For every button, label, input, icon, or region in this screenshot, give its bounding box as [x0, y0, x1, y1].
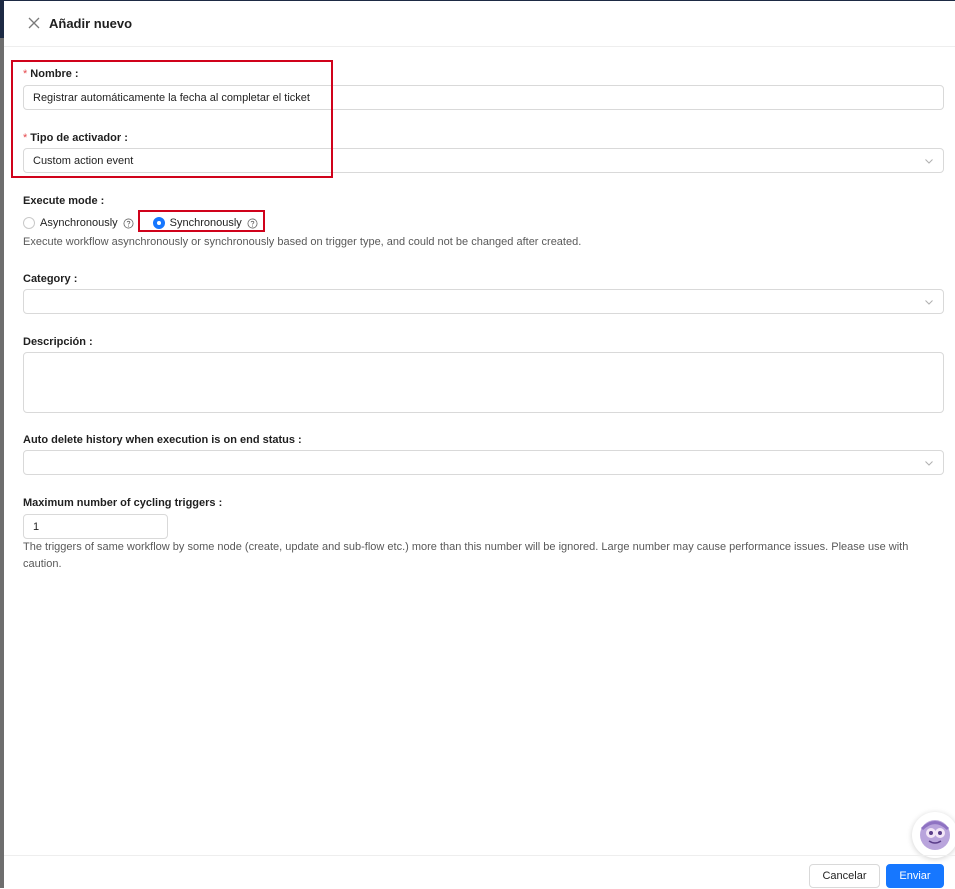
chevron-down-icon: [925, 460, 933, 466]
submit-button[interactable]: Enviar: [886, 864, 944, 888]
highlight-box-name-trigger: [11, 60, 333, 178]
cancel-button[interactable]: Cancelar: [809, 864, 880, 888]
radio-circle: [23, 217, 35, 229]
left-edge-strip: [0, 0, 4, 888]
max-cycling-label: Maximum number of cycling triggers :: [23, 497, 223, 509]
radio-asynchronously[interactable]: Asynchronously: [23, 217, 134, 229]
auto-delete-select[interactable]: [23, 450, 944, 475]
close-icon[interactable]: [26, 15, 42, 31]
drawer-header: Añadir nuevo: [4, 1, 955, 47]
description-label: Descripción :: [23, 336, 93, 348]
execute-mode-hint: Execute workflow asynchronously or synch…: [23, 236, 582, 248]
radio-label: Asynchronously: [40, 217, 118, 229]
description-textarea[interactable]: [23, 352, 944, 413]
chevron-down-icon: [925, 299, 933, 305]
highlight-box-synchronously: [138, 210, 265, 232]
chevron-down-icon: [925, 158, 933, 164]
max-cycling-hint: The triggers of same workflow by some no…: [23, 541, 909, 570]
auto-delete-label: Auto delete history when execution is on…: [23, 434, 302, 446]
execute-mode-label: Execute mode :: [23, 195, 105, 207]
max-cycling-input[interactable]: 1: [23, 514, 168, 539]
question-circle-icon[interactable]: [123, 218, 134, 229]
category-select[interactable]: [23, 289, 944, 314]
category-label: Category :: [23, 273, 78, 285]
assistant-button[interactable]: [912, 812, 955, 858]
assistant-avatar-icon: [920, 820, 950, 850]
drawer-footer: Cancelar Enviar: [4, 855, 955, 889]
page-title: Añadir nuevo: [49, 16, 133, 31]
